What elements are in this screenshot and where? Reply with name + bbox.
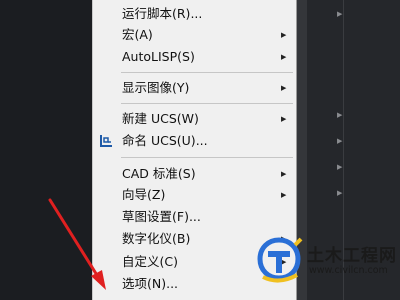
submenu-arrow-icon: ▶ bbox=[281, 191, 287, 199]
menu-item-label: 自定义(C) bbox=[122, 254, 178, 269]
submenu-arrow-icon: ▶ bbox=[281, 170, 287, 178]
drawing-area-left bbox=[0, 0, 92, 300]
menu-item-label: 选项(N)... bbox=[122, 276, 179, 291]
menu-separator bbox=[121, 72, 293, 73]
site-watermark: 土木工程网 www.civilcn.com bbox=[255, 235, 400, 300]
submenu-arrow-icon: ▶ bbox=[281, 84, 287, 92]
menu-separator bbox=[121, 103, 293, 104]
chevron-right-icon: ▶ bbox=[337, 163, 343, 171]
menu-item-drafting-settings[interactable]: 草图设置(F)... bbox=[93, 206, 296, 228]
menu-item-autolisp[interactable]: AutoLISP(S) ▶ bbox=[93, 46, 296, 68]
menu-separator bbox=[121, 157, 293, 158]
menu-item-label: AutoLISP(S) bbox=[122, 49, 195, 64]
menu-item-label: 运行脚本(R)... bbox=[122, 6, 203, 21]
menu-item-cad-standards[interactable]: CAD 标准(S) ▶ bbox=[93, 163, 296, 185]
menu-item-macro[interactable]: 宏(A) ▶ bbox=[93, 24, 296, 46]
menu-item-label: 命名 UCS(U)... bbox=[122, 133, 208, 148]
menu-item-label: CAD 标准(S) bbox=[122, 166, 196, 181]
watermark-url: www.civilcn.com bbox=[309, 265, 388, 276]
named-ucs-icon bbox=[100, 135, 112, 147]
menu-item-new-ucs[interactable]: 新建 UCS(W) ▶ bbox=[93, 108, 296, 130]
chevron-right-icon: ▶ bbox=[337, 137, 343, 145]
menu-item-display-image[interactable]: 显示图像(Y) ▶ bbox=[93, 77, 296, 99]
menu-item-run-script[interactable]: 运行脚本(R)... bbox=[93, 3, 296, 25]
submenu-arrow-icon: ▶ bbox=[281, 31, 287, 39]
submenu-arrow-icon: ▶ bbox=[281, 53, 287, 61]
submenu-arrow-icon: ▶ bbox=[281, 115, 287, 123]
menu-item-wizard[interactable]: 向导(Z) ▶ bbox=[93, 184, 296, 206]
chevron-right-icon: ▶ bbox=[337, 189, 343, 197]
menu-item-label: 草图设置(F)... bbox=[122, 209, 201, 224]
menu-item-label: 显示图像(Y) bbox=[122, 80, 190, 95]
watermark-title: 土木工程网 bbox=[307, 246, 397, 266]
chevron-right-icon: ▶ bbox=[337, 111, 343, 119]
menu-item-label: 新建 UCS(W) bbox=[122, 111, 199, 126]
menu-item-named-ucs[interactable]: 命名 UCS(U)... bbox=[93, 130, 296, 152]
chevron-right-icon: ▶ bbox=[337, 10, 343, 18]
civilcn-logo bbox=[257, 237, 303, 283]
menu-item-label: 宏(A) bbox=[122, 27, 153, 42]
menu-item-label: 数字化仪(B) bbox=[122, 231, 191, 246]
menu-item-label: 向导(Z) bbox=[122, 187, 166, 202]
